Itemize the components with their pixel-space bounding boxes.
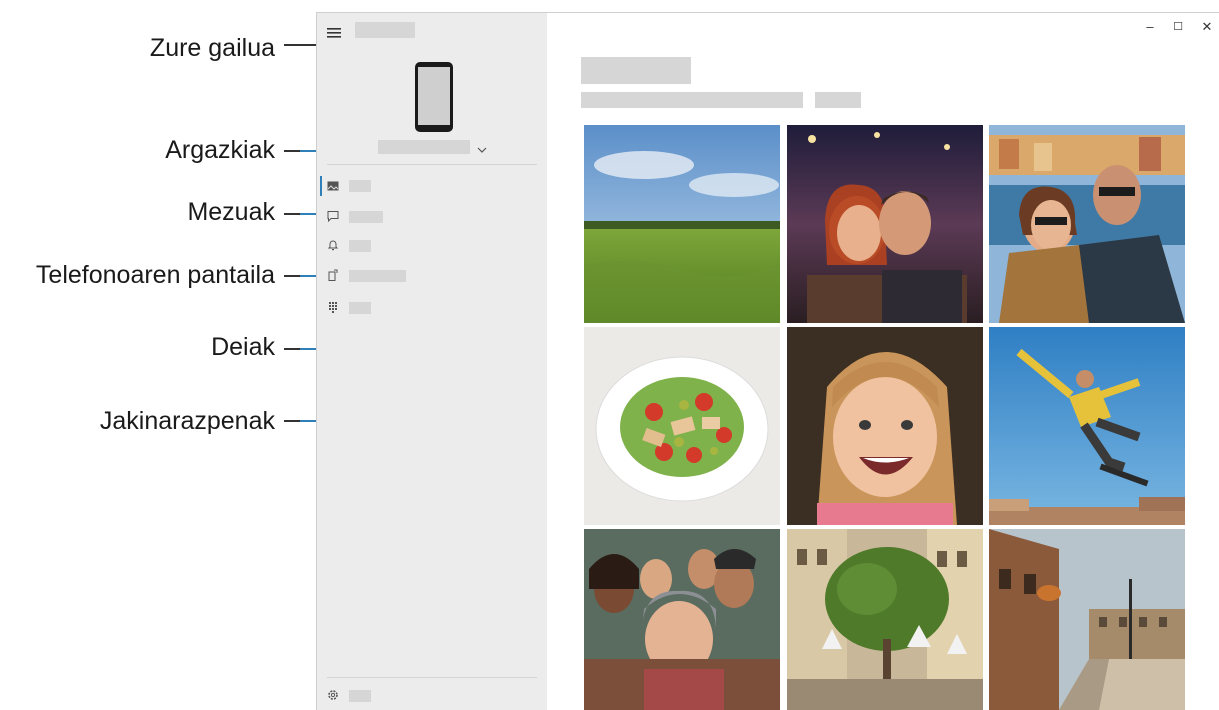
photo-skateboard-jump[interactable] bbox=[989, 327, 1185, 525]
close-button[interactable]: ✕ bbox=[1199, 19, 1215, 35]
photo-old-town-street[interactable] bbox=[989, 529, 1185, 710]
photo-plaza-tree-umbrellas[interactable] bbox=[787, 529, 983, 710]
photo-laughing-child[interactable] bbox=[787, 327, 983, 525]
photo-friends-group-selfie[interactable] bbox=[584, 529, 780, 710]
content-subtitle-placeholder bbox=[581, 92, 803, 108]
photos-icon[interactable] bbox=[327, 180, 339, 192]
sidebar-divider bbox=[327, 164, 537, 165]
callout-line-photos bbox=[284, 150, 300, 152]
callout-calls: Deiak bbox=[211, 333, 275, 361]
device-phone-image bbox=[415, 62, 453, 132]
sidebar-item-notifications[interactable] bbox=[349, 240, 371, 252]
sidebar-item-settings[interactable] bbox=[349, 690, 371, 702]
sidebar-bottom-divider bbox=[327, 677, 537, 678]
callout-device: Zure gailua bbox=[149, 34, 275, 62]
sidebar bbox=[317, 13, 547, 710]
sidebar-active-indicator bbox=[320, 176, 322, 196]
content-action-placeholder[interactable] bbox=[815, 92, 861, 108]
minimize-button[interactable]: – bbox=[1142, 19, 1158, 35]
callout-line-phone-screen bbox=[284, 275, 300, 277]
callout-phone-screen: Telefonoaren pantaila bbox=[35, 261, 275, 289]
photo-couple-harbor-selfie[interactable] bbox=[989, 125, 1185, 323]
device-name-placeholder[interactable] bbox=[378, 140, 470, 154]
callout-messages: Mezuak bbox=[187, 198, 275, 226]
sidebar-item-photos[interactable] bbox=[349, 180, 371, 192]
phone-screen-icon[interactable] bbox=[327, 269, 339, 281]
sidebar-item-phone-screen[interactable] bbox=[349, 270, 406, 282]
callout-photos: Argazkiak bbox=[165, 136, 275, 164]
callout-line-notifications bbox=[284, 420, 300, 422]
photo-couple-night-selfie[interactable] bbox=[787, 125, 983, 323]
photo-grass-field[interactable] bbox=[584, 125, 780, 323]
messages-icon[interactable] bbox=[327, 210, 339, 222]
app-window: – ☐ ✕ bbox=[316, 12, 1219, 710]
maximize-button[interactable]: ☐ bbox=[1170, 19, 1186, 35]
callout-notifications: Jakinarazpenak bbox=[99, 407, 275, 435]
app-title-placeholder bbox=[355, 22, 415, 38]
sidebar-item-messages[interactable] bbox=[349, 211, 383, 223]
callout-line-messages bbox=[284, 213, 300, 215]
sidebar-item-calls[interactable] bbox=[349, 302, 371, 314]
device-phone-screen bbox=[418, 67, 450, 125]
chevron-down-icon[interactable] bbox=[477, 141, 487, 153]
notifications-bell-icon[interactable] bbox=[327, 239, 339, 251]
callout-line-calls bbox=[284, 348, 300, 350]
content-title-placeholder bbox=[581, 57, 691, 84]
dialpad-icon[interactable] bbox=[327, 301, 339, 313]
settings-gear-icon[interactable] bbox=[327, 689, 339, 701]
hamburger-menu-icon[interactable] bbox=[327, 25, 341, 38]
photo-salad-plate[interactable] bbox=[584, 327, 780, 525]
